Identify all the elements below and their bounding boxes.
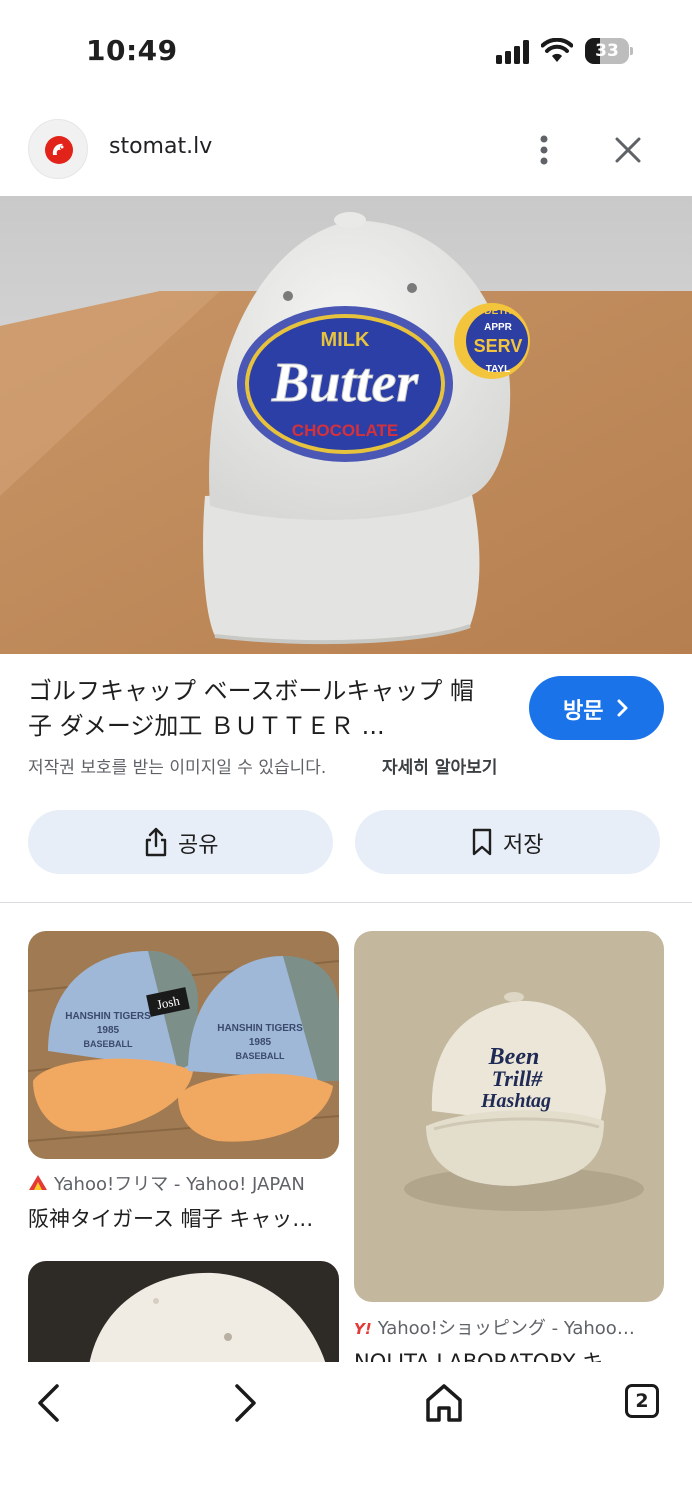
close-icon[interactable] xyxy=(606,128,650,172)
badge-text-3: SERV xyxy=(474,336,523,356)
home-icon[interactable] xyxy=(419,1378,469,1428)
chevron-right-icon xyxy=(617,699,628,717)
patch-milk-text: MILK xyxy=(321,329,370,351)
badge-text-1: DETR xyxy=(484,306,512,317)
cellular-signal-icon xyxy=(496,40,529,64)
bottom-toolbar: 2 xyxy=(0,1362,692,1500)
badge-text-4: TAYL xyxy=(486,364,510,375)
result-title-line2: 子 ダメージ加工 ＢＵＴＴＥＲ ... xyxy=(28,712,385,740)
share-label: 공유 xyxy=(178,833,219,858)
related-source-1: Yahoo!フリマ - Yahoo! JAPAN xyxy=(28,1170,305,1196)
cap-text-trill: Trill# xyxy=(492,1066,544,1091)
visit-button[interactable]: 방문 xyxy=(529,676,664,740)
cap-text-left-3: BASEBALL xyxy=(84,1039,134,1049)
cap-text-left-1: HANSHIN TIGERS xyxy=(65,1011,151,1022)
section-divider xyxy=(0,902,692,903)
site-header: stomat.lv xyxy=(0,110,692,190)
copyright-notice: 저작권 보호를 받는 이미지일 수 있습니다. xyxy=(28,758,327,778)
bookmark-icon xyxy=(472,828,492,856)
badge-text-2: APPR xyxy=(484,322,513,333)
save-button[interactable]: 저장 xyxy=(355,810,660,874)
result-title-line1: ゴルフキャップ ベースボールキャップ 帽 xyxy=(28,677,475,705)
site-favicon[interactable] xyxy=(28,119,88,179)
wifi-icon xyxy=(541,38,573,62)
related-title-1[interactable]: 阪神タイガース 帽子 キャッ… xyxy=(28,1203,313,1233)
white-cap-photo xyxy=(28,1261,339,1371)
related-image-2[interactable]: Been Trill# Hashtag xyxy=(354,931,664,1302)
patch-chocolate-text: CHOCOLATE xyxy=(292,421,398,440)
status-time: 10:49 xyxy=(86,34,178,67)
learn-more-link[interactable]: 자세히 알아보기 xyxy=(382,753,497,778)
share-button[interactable]: 공유 xyxy=(28,810,333,874)
tabs-button[interactable]: 2 xyxy=(620,1378,670,1428)
site-name[interactable]: stomat.lv xyxy=(109,134,212,159)
cap-text-left-2: 1985 xyxy=(97,1025,120,1036)
battery-level: 33 xyxy=(595,41,619,61)
share-icon xyxy=(145,827,167,857)
visit-button-label: 방문 xyxy=(563,699,604,724)
hashtag-cap-photo: Been Trill# Hashtag xyxy=(354,931,664,1302)
cap-text-right-2: 1985 xyxy=(249,1037,272,1048)
back-icon[interactable] xyxy=(24,1378,74,1428)
hero-cap-photo: MILK Butter CHOCOLATE DETR APPR SERV TAY… xyxy=(0,196,692,654)
related-source-2-text: Yahoo!ショッピング - Yahoo… xyxy=(377,1318,635,1339)
related-image-3[interactable] xyxy=(28,1261,339,1371)
save-label: 저장 xyxy=(503,833,544,858)
tabs-count: 2 xyxy=(625,1384,659,1418)
related-source-1-text: Yahoo!フリマ - Yahoo! JAPAN xyxy=(54,1174,305,1195)
browser-page: 10:49 33 stomat.lv MILK Butter CHOCOLATE… xyxy=(0,0,692,1500)
cap-text-right-1: HANSHIN TIGERS xyxy=(217,1023,303,1034)
related-source-2: Y! Yahoo!ショッピング - Yahoo… xyxy=(354,1314,635,1340)
more-vert-icon[interactable] xyxy=(524,128,564,172)
tigers-caps-photo: HANSHIN TIGERS 1985 BASEBALL Josh HANSHI… xyxy=(28,931,339,1159)
forward-icon[interactable] xyxy=(220,1378,270,1428)
result-title[interactable]: ゴルフキャップ ベースボールキャップ 帽 子 ダメージ加工 ＢＵＴＴＥＲ ... xyxy=(28,674,498,744)
rooster-logo-icon xyxy=(45,136,73,164)
battery-icon: 33 xyxy=(585,38,633,64)
cap-text-right-3: BASEBALL xyxy=(236,1051,286,1061)
status-bar: 10:49 33 xyxy=(0,0,692,100)
patch-butter-text: Butter xyxy=(271,352,419,414)
related-image-1[interactable]: HANSHIN TIGERS 1985 BASEBALL Josh HANSHI… xyxy=(28,931,339,1159)
yahoo-shopping-icon: Y! xyxy=(354,1320,372,1338)
yahoo-flea-market-icon xyxy=(29,1175,47,1190)
hero-image[interactable]: MILK Butter CHOCOLATE DETR APPR SERV TAY… xyxy=(0,196,692,654)
cap-text-hashtag: Hashtag xyxy=(480,1090,551,1112)
